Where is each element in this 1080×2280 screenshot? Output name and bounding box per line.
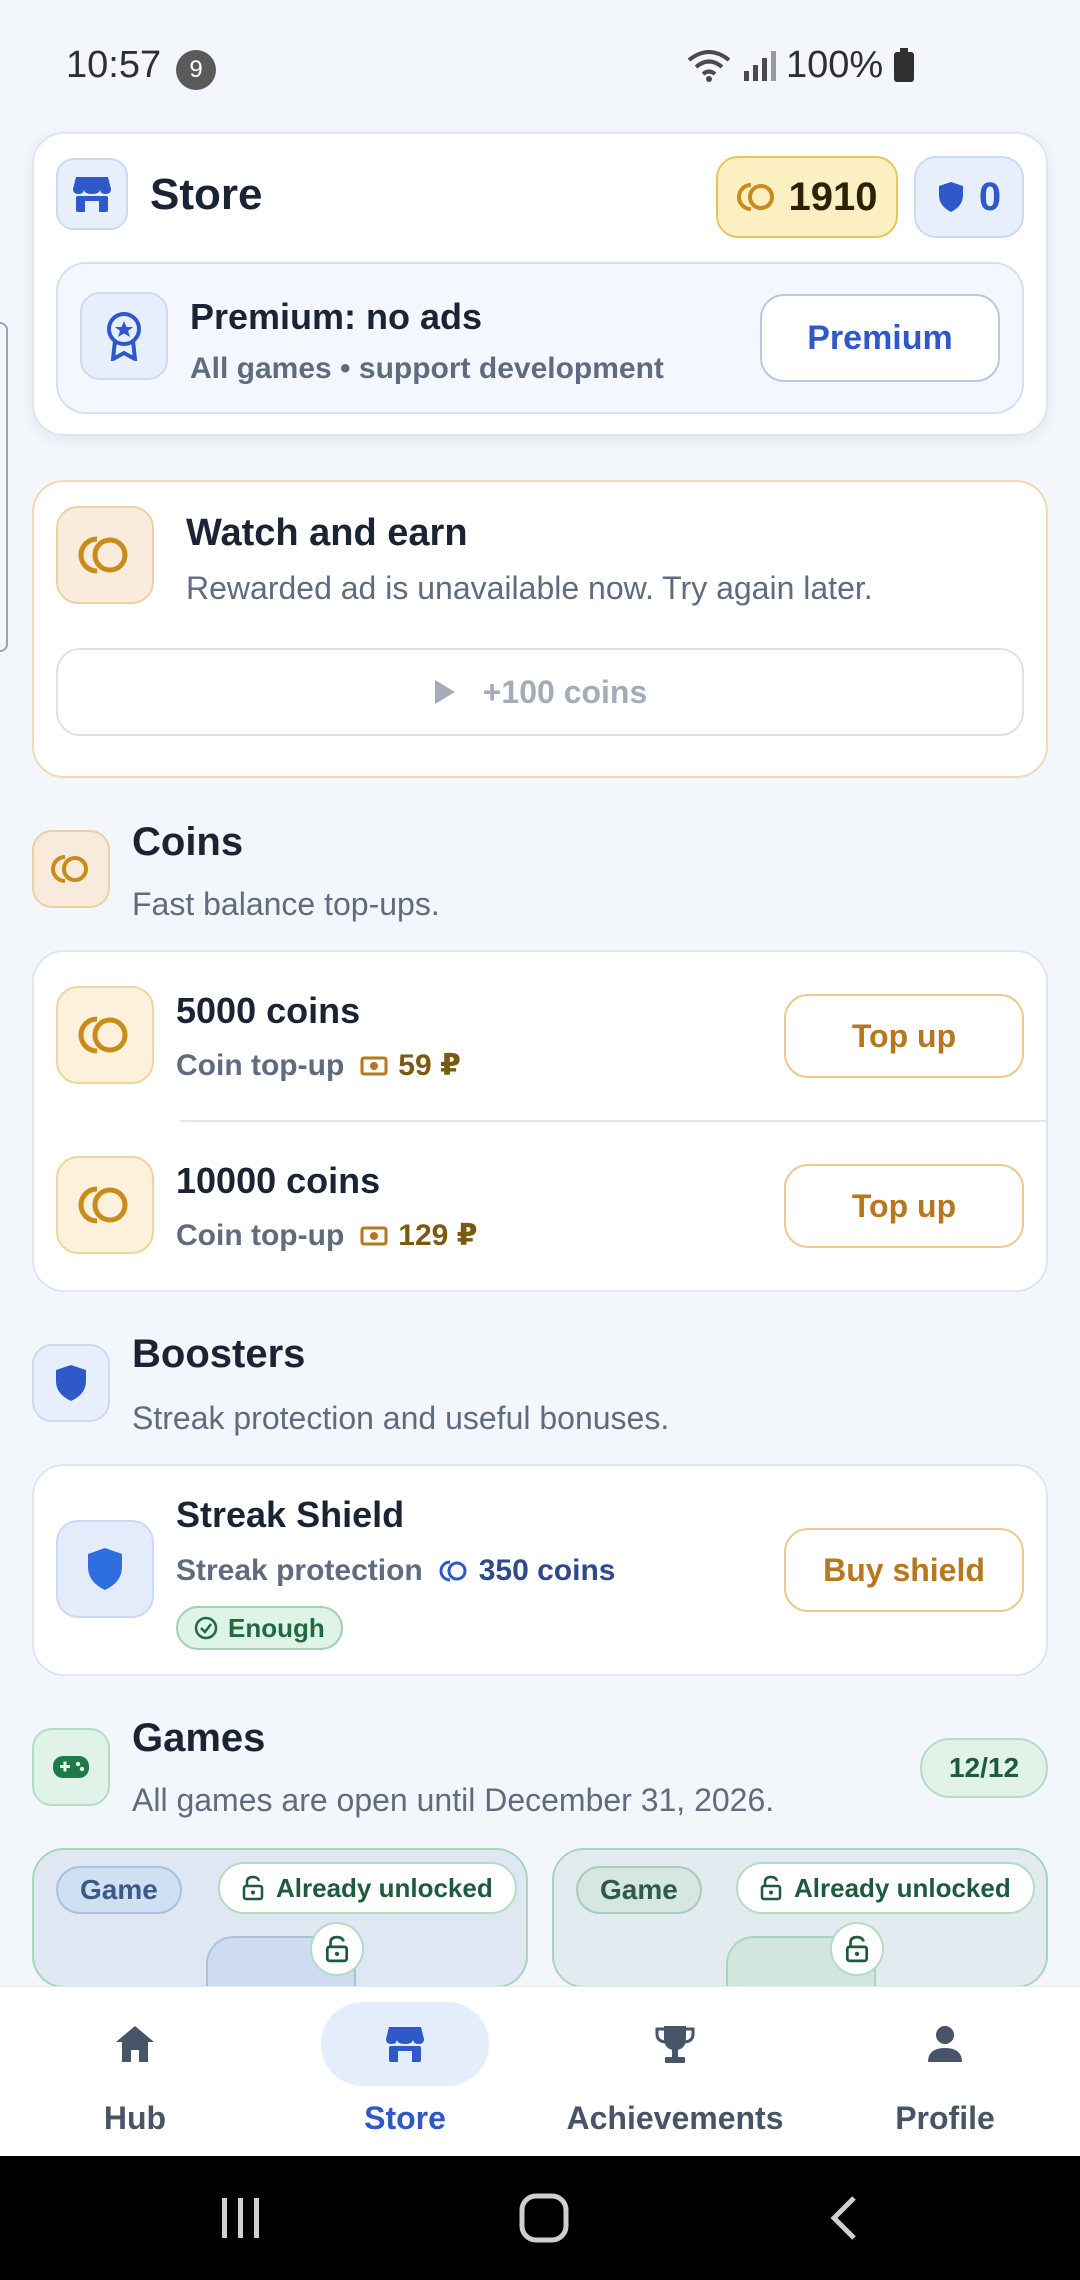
nav-pill	[591, 2002, 759, 2086]
nav-label: Profile	[895, 2100, 995, 2136]
shield-balance-value: 0	[978, 174, 1002, 219]
nav-pill	[51, 2002, 219, 2086]
section-title-games: Games	[132, 1716, 266, 1760]
coin-icon	[439, 1560, 467, 1582]
coin-icon	[32, 830, 110, 908]
store-icon	[386, 2027, 424, 2062]
premium-subtitle: All games • support development	[190, 352, 664, 385]
nav-pill	[861, 2002, 1029, 2086]
award-icon	[80, 292, 168, 380]
coin-pack-price: 59 ₽	[398, 1049, 461, 1082]
nav-item-profile[interactable]: Profile	[810, 1986, 1080, 2156]
top-up-button[interactable]: Top up	[784, 994, 1024, 1078]
lock-open-icon	[760, 1875, 782, 1901]
premium-title: Premium: no ads	[190, 296, 483, 337]
page-title: Store	[150, 170, 263, 219]
nav-label: Achievements	[566, 2100, 784, 2136]
recent-apps-icon[interactable]	[218, 2196, 264, 2240]
nav-label: Store	[364, 2100, 446, 2136]
cash-icon	[360, 1056, 388, 1075]
coin-balance-value: 1910	[788, 174, 878, 219]
coin-icon	[736, 183, 774, 211]
nav-label: Hub	[103, 2100, 167, 2136]
home-button-icon[interactable]	[518, 2192, 570, 2244]
nav-pill	[321, 2002, 489, 2086]
shield-balance[interactable]: 0	[914, 156, 1024, 238]
trophy-icon	[655, 2026, 695, 2063]
section-subtitle-games: All games are open until December 31, 20…	[132, 1782, 775, 1818]
buy-shield-button[interactable]: Buy shield	[784, 1528, 1024, 1612]
watch-subtitle: Rewarded ad is unavailable now. Try agai…	[186, 570, 873, 606]
battery-percent: 100%	[786, 43, 884, 86]
edge-panel-handle[interactable]	[0, 322, 8, 652]
system-nav-bar	[0, 2156, 1080, 2280]
shield-icon	[56, 1520, 154, 1618]
section-subtitle-boosters: Streak protection and useful bonuses.	[132, 1400, 670, 1436]
lock-open-icon	[242, 1875, 264, 1901]
status-bar	[0, 0, 1080, 130]
section-title-boosters: Boosters	[132, 1332, 306, 1376]
top-up-button[interactable]: Top up	[784, 1164, 1024, 1248]
already-unlocked-badge: Already unlocked	[736, 1862, 1035, 1914]
booster-subtitle: Streak protection 350 coins	[176, 1554, 616, 1587]
home-icon	[116, 2026, 154, 2062]
store-icon	[56, 158, 128, 230]
coin-icon	[56, 1156, 154, 1254]
coin-icon	[56, 986, 154, 1084]
person-icon	[928, 2026, 962, 2062]
nav-item-hub[interactable]: Hub	[0, 1986, 270, 2156]
premium-button[interactable]: Premium	[760, 294, 1000, 382]
section-title-coins: Coins	[132, 820, 244, 864]
coin-pack-title: 5000 coins	[176, 990, 361, 1031]
shield-icon	[938, 182, 963, 212]
nav-item-store[interactable]: Store	[270, 1986, 540, 2156]
game-tag: Game	[56, 1866, 182, 1914]
coin-balance[interactable]: 1910	[716, 156, 898, 238]
game-tag: Game	[576, 1866, 702, 1914]
watch-ad-button[interactable]: +100 coins	[56, 648, 1024, 736]
lock-open-icon	[310, 1922, 364, 1976]
coin-icon	[56, 506, 154, 604]
watch-title: Watch and earn	[186, 512, 468, 554]
play-icon	[434, 680, 455, 704]
coin-pack-price: 129 ₽	[398, 1219, 478, 1252]
lock-open-icon	[830, 1922, 884, 1976]
enough-badge: Enough	[176, 1606, 343, 1650]
wifi-icon	[687, 50, 731, 82]
booster-price: 350 coins	[478, 1554, 616, 1587]
games-count-badge: 12/12	[920, 1738, 1048, 1798]
game-card[interactable]: Game Already unlocked	[552, 1848, 1048, 1988]
booster-title: Streak Shield	[176, 1494, 405, 1535]
game-card[interactable]: Game Already unlocked	[32, 1848, 528, 1988]
back-icon[interactable]	[828, 2194, 860, 2242]
cash-icon	[360, 1226, 388, 1245]
status-time: 10:57	[66, 44, 162, 86]
shield-icon	[32, 1344, 110, 1422]
coin-pack-title: 10000 coins	[176, 1160, 381, 1201]
notification-count-badge: 9	[176, 50, 216, 90]
status-icons: 100%	[686, 42, 915, 88]
coin-pack-subtitle: Coin top-up 59 ₽	[176, 1048, 461, 1083]
watch-ad-button-label: +100 coins	[482, 673, 648, 710]
divider	[180, 1120, 1048, 1122]
section-subtitle-coins: Fast balance top-ups.	[132, 886, 440, 922]
signal-icon	[744, 51, 776, 81]
nav-item-achievements[interactable]: Achievements	[540, 1986, 810, 2156]
check-circle-icon	[194, 1616, 218, 1640]
battery-icon	[894, 48, 915, 82]
coin-pack-subtitle: Coin top-up 129 ₽	[176, 1218, 478, 1253]
already-unlocked-badge: Already unlocked	[218, 1862, 517, 1914]
gamepad-icon	[32, 1728, 110, 1806]
